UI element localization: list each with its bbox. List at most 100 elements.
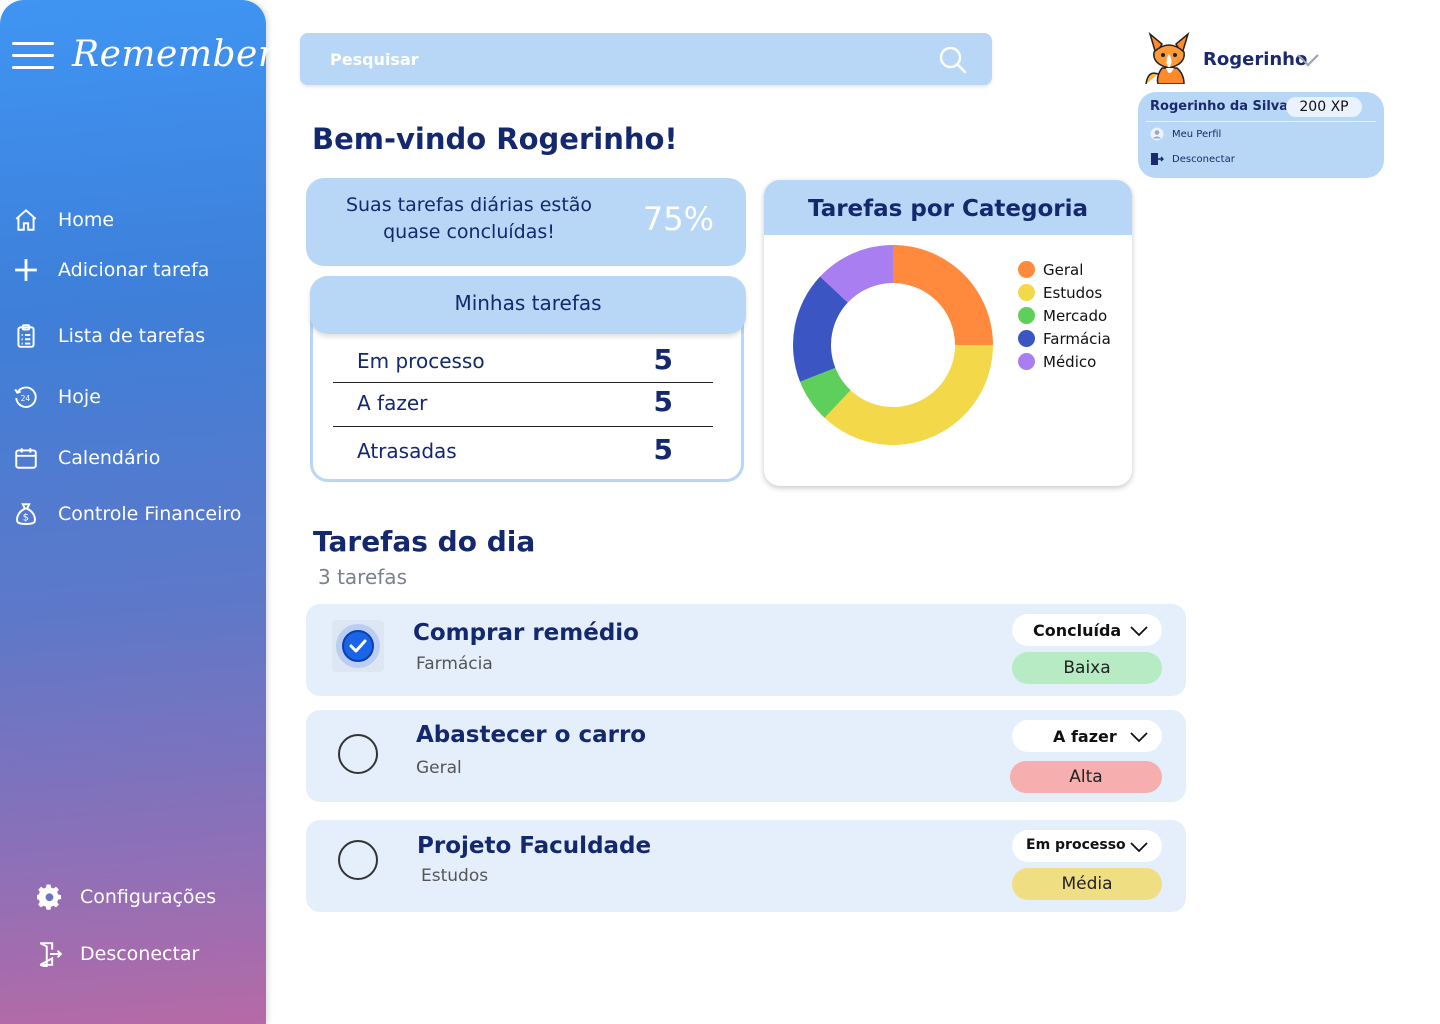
logout-link[interactable]: Desconectar	[1150, 152, 1235, 166]
sidebar-item-label: Calendário	[58, 447, 161, 469]
sidebar-item-settings[interactable]: Configurações	[36, 883, 216, 911]
task-category: Farmácia	[416, 654, 493, 674]
my-tasks-row-late[interactable]: Atrasadas 5	[333, 429, 713, 473]
row-count: 5	[653, 343, 673, 376]
task-checkbox[interactable]	[338, 734, 378, 774]
row-count: 5	[653, 385, 673, 418]
sidebar-item-label: Desconectar	[80, 943, 200, 965]
divider	[1146, 121, 1376, 122]
sidebar-item-label: Configurações	[80, 886, 217, 908]
sidebar-item-home[interactable]: Home	[12, 206, 114, 234]
search-bar	[300, 33, 992, 85]
legend-item: Médico	[1018, 350, 1111, 373]
sidebar-item-calendar[interactable]: Calendário	[12, 444, 160, 472]
sidebar-item-label: Adicionar tarefa	[58, 259, 210, 281]
legend-swatch	[1018, 261, 1035, 278]
my-profile-link[interactable]: Meu Perfil	[1150, 127, 1221, 141]
search-input[interactable]	[330, 47, 930, 71]
svg-text:$: $	[23, 513, 29, 524]
donut-slice-geral	[893, 245, 993, 345]
priority-badge: Média	[1012, 868, 1162, 900]
sidebar-item-logout[interactable]: Desconectar	[36, 940, 199, 968]
legend-swatch	[1018, 353, 1035, 370]
chevron-down-icon	[1130, 842, 1148, 853]
profile-name[interactable]: Rogerinho	[1203, 49, 1307, 70]
sidebar-item-label: Hoje	[58, 386, 101, 408]
chevron-down-icon	[1130, 626, 1148, 637]
sidebar-item-label: Lista de tarefas	[58, 325, 206, 347]
calendar-icon	[12, 444, 40, 472]
task-card[interactable]: Comprar remédio Farmácia Concluída Baixa	[306, 604, 1186, 696]
home-icon	[12, 206, 40, 234]
sidebar-item-finance[interactable]: $ Controle Financeiro	[12, 500, 241, 528]
task-count: 3 tarefas	[318, 565, 407, 589]
profile-dropdown: Rogerinho da Silva 200 XP Meu Perfil Des…	[1138, 92, 1384, 178]
priority-badge: Alta	[1010, 761, 1162, 793]
legend-label: Mercado	[1043, 306, 1108, 325]
legend-swatch	[1018, 307, 1035, 324]
status-value: Concluída	[1033, 621, 1122, 640]
status-dropdown[interactable]: Em processo	[1012, 830, 1162, 862]
my-profile-label: Meu Perfil	[1172, 128, 1222, 140]
legend-swatch	[1018, 284, 1035, 301]
search-icon[interactable]	[938, 45, 968, 75]
legend-label: Farmácia	[1043, 329, 1111, 348]
category-chart-card: Tarefas por Categoria Geral Estudos Mercad…	[764, 180, 1132, 486]
24h-icon: 24	[12, 383, 40, 411]
my-tasks-row-todo[interactable]: A fazer 5	[333, 381, 713, 427]
user-icon	[1150, 127, 1164, 141]
priority-badge: Baixa	[1012, 652, 1162, 684]
sidebar-item-label: Home	[58, 209, 115, 231]
profile-full-name: Rogerinho da Silva	[1150, 99, 1289, 114]
chevron-down-icon[interactable]	[1296, 52, 1320, 68]
section-title: Tarefas do dia	[313, 525, 536, 558]
sidebar-item-label: Controle Financeiro	[58, 503, 242, 525]
avatar[interactable]	[1144, 30, 1194, 84]
legend-label: Estudos	[1043, 283, 1103, 302]
svg-text:24: 24	[21, 394, 31, 403]
chart-legend: Geral Estudos Mercado Farmácia Médico	[1018, 258, 1111, 373]
status-dropdown[interactable]: Concluída	[1012, 614, 1162, 646]
gear-icon	[36, 883, 64, 911]
legend-item: Geral	[1018, 258, 1111, 281]
money-bag-icon: $	[12, 500, 40, 528]
legend-swatch	[1018, 330, 1035, 347]
sidebar-item-task-list[interactable]: Lista de tarefas	[12, 322, 205, 350]
row-label: Em processo	[357, 349, 485, 373]
task-title: Abastecer o carro	[416, 722, 647, 748]
legend-item: Estudos	[1018, 281, 1111, 304]
legend-item: Mercado	[1018, 304, 1111, 327]
row-label: A fazer	[357, 391, 428, 415]
task-checkbox-checked[interactable]	[332, 620, 384, 672]
hamburger-menu-icon[interactable]	[12, 42, 54, 72]
app-logo: Remember	[72, 34, 276, 75]
plus-icon	[12, 256, 40, 284]
sidebar-item-add-task[interactable]: Adicionar tarefa	[12, 256, 209, 284]
legend-item: Farmácia	[1018, 327, 1111, 350]
clipboard-icon	[12, 322, 40, 350]
task-card[interactable]: Abastecer o carro Geral A fazer Alta	[306, 710, 1186, 802]
legend-label: Médico	[1043, 352, 1097, 371]
logout-icon	[1151, 153, 1164, 165]
status-value: A fazer	[1053, 727, 1117, 746]
status-dropdown[interactable]: A fazer	[1012, 720, 1162, 752]
xp-badge: 200 XP	[1286, 97, 1362, 117]
sidebar-item-today[interactable]: 24 Hoje	[12, 383, 101, 411]
status-value: Em processo	[1026, 837, 1126, 853]
task-title: Projeto Faculdade	[417, 833, 652, 859]
page-title: Bem-vindo Rogerinho!	[312, 122, 678, 156]
my-tasks-title: Minhas tarefas	[310, 276, 746, 334]
chart-title: Tarefas por Categoria	[764, 180, 1132, 235]
task-category: Geral	[416, 758, 462, 778]
task-category: Estudos	[421, 866, 489, 886]
task-title: Comprar remédio	[413, 620, 639, 646]
task-checkbox[interactable]	[338, 840, 378, 880]
task-card[interactable]: Projeto Faculdade Estudos Em processo Mé…	[306, 820, 1186, 912]
progress-message: Suas tarefas diárias estão quase concluí…	[345, 194, 593, 243]
donut-chart	[793, 245, 993, 445]
progress-card: Suas tarefas diárias estão quase concluí…	[306, 178, 746, 266]
row-count: 5	[653, 433, 673, 466]
my-tasks-row-in-progress[interactable]: Em processo 5	[333, 339, 713, 383]
legend-label: Geral	[1043, 260, 1084, 279]
row-label: Atrasadas	[357, 439, 457, 463]
